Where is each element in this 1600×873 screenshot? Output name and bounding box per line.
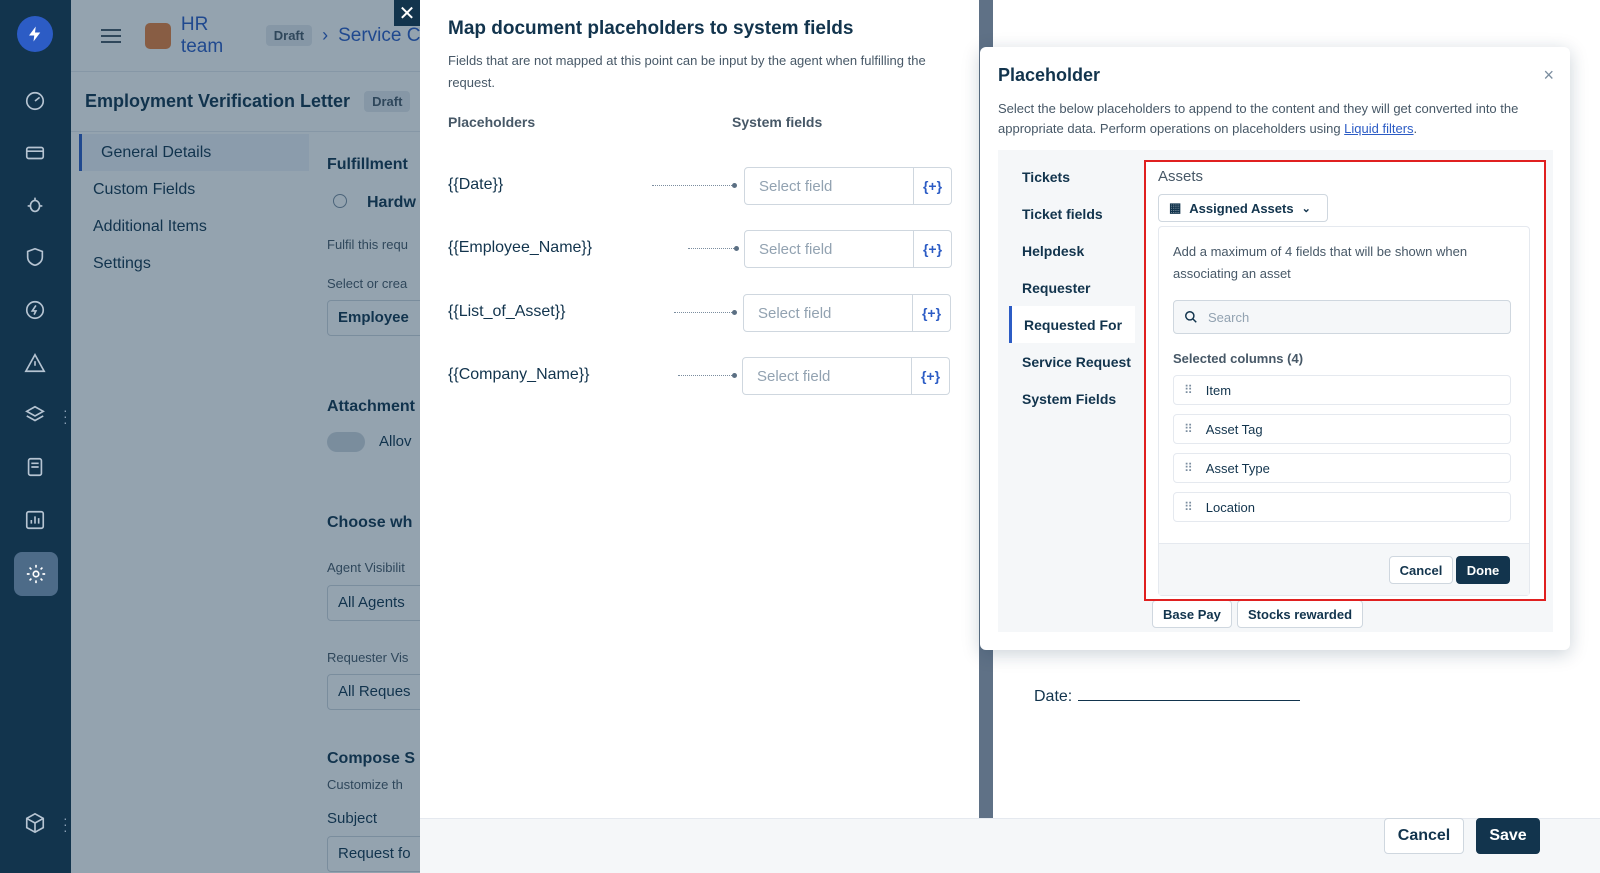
mapper-description: Fields that are not mapped at this point… <box>448 53 926 90</box>
placeholder-chip[interactable]: Stocks rewarded <box>1237 600 1364 628</box>
column-picker-footer: Cancel Done <box>1159 543 1529 595</box>
assets-layers-icon[interactable] <box>20 400 50 430</box>
mapping-row: {{Company_Name}} Select field {+} <box>448 357 958 395</box>
selected-column-item[interactable]: ⠿ Item <box>1173 375 1511 405</box>
system-field-select[interactable]: Select field <box>742 357 912 395</box>
app-nav-rail: · · · · · · <box>0 0 71 873</box>
alerts-warning-icon[interactable] <box>20 348 50 378</box>
tab-helpdesk[interactable]: Helpdesk <box>998 232 1143 269</box>
popover-description-text: Select the below placeholders to append … <box>998 101 1519 136</box>
insert-placeholder-button[interactable]: {+} <box>914 230 952 268</box>
changes-shield-icon[interactable] <box>20 242 50 272</box>
drag-handle-icon[interactable]: ⠿ <box>1184 383 1193 397</box>
assigned-assets-label: Assigned Assets <box>1189 200 1294 216</box>
insert-placeholder-button[interactable]: {+} <box>914 167 952 205</box>
assets-title: Assets <box>1158 168 1204 185</box>
placeholder-name: {{Date}} <box>448 176 504 193</box>
problems-bug-icon[interactable] <box>20 190 50 220</box>
apps-cube-icon[interactable] <box>20 808 50 838</box>
date-label: Date: <box>1034 688 1073 705</box>
releases-bolt-icon[interactable] <box>20 295 50 325</box>
system-field-select[interactable]: Select field <box>744 167 914 205</box>
insert-placeholder-button[interactable]: {+} <box>913 294 951 332</box>
description-period: . <box>1413 121 1418 136</box>
placeholder-name: {{Company_Name}} <box>448 366 590 383</box>
placeholder-name: {{Employee_Name}} <box>448 239 593 256</box>
system-field-select[interactable]: Select field <box>744 230 914 268</box>
mapping-row: {{Employee_Name}} Select field {+} <box>448 230 958 268</box>
solutions-book-icon[interactable] <box>20 452 50 482</box>
assets-column-selector: Assets ▦ Assigned Assets ⌄ Add a maximum… <box>1144 160 1546 601</box>
close-icon[interactable]: × <box>1543 65 1554 86</box>
selected-column-item[interactable]: ⠿ Location <box>1173 492 1511 522</box>
column-search-input[interactable]: Search <box>1173 300 1511 334</box>
cancel-button[interactable]: Cancel <box>1384 818 1464 854</box>
mapping-row: {{Date}} Select field {+} <box>448 167 958 205</box>
insert-placeholder-button[interactable]: {+} <box>912 357 950 395</box>
system-fields-column-header: System fields <box>732 114 823 130</box>
max-fields-help: Add a maximum of 4 fields that will be s… <box>1173 244 1468 281</box>
more-dots-icon[interactable]: · · · <box>63 403 68 429</box>
date-blank <box>1078 700 1301 701</box>
column-label: Asset Type <box>1205 460 1270 476</box>
save-button[interactable]: Save <box>1476 818 1540 854</box>
column-label: Item <box>1205 382 1232 398</box>
assigned-assets-dropdown[interactable]: ▦ Assigned Assets ⌄ <box>1158 194 1328 222</box>
column-label: Location <box>1205 499 1255 515</box>
placeholder-chip[interactable]: Base Pay <box>1152 600 1232 628</box>
placeholder-mapping-panel: Map document placeholders to system fiel… <box>420 0 976 818</box>
tab-requester[interactable]: Requester <box>998 269 1143 306</box>
tab-system-fields[interactable]: System Fields <box>998 380 1143 417</box>
mapping-row: {{List_of_Asset}} Select field {+} <box>448 294 958 332</box>
search-placeholder: Search <box>1208 309 1250 325</box>
column-label: Asset Tag <box>1205 421 1263 437</box>
popover-description: Select the below placeholders to append … <box>998 99 1558 139</box>
tab-requested-for[interactable]: Requested For <box>1009 306 1135 343</box>
system-field-select[interactable]: Select field <box>743 294 913 332</box>
popover-title: Placeholder <box>998 65 1101 85</box>
tab-ticket-fields[interactable]: Ticket fields <box>998 195 1143 232</box>
tickets-icon[interactable] <box>20 138 50 168</box>
tab-service-request[interactable]: Service Request <box>998 343 1143 380</box>
modal-backdrop <box>71 0 431 873</box>
dashboard-icon[interactable] <box>20 86 50 116</box>
placeholders-column-header: Placeholders <box>448 114 536 130</box>
selected-columns-label: Selected columns (4) <box>1173 351 1304 366</box>
done-columns-button[interactable]: Done <box>1456 556 1510 584</box>
connector-line <box>652 183 737 188</box>
column-picker-card: Add a maximum of 4 fields that will be s… <box>1158 226 1530 596</box>
app-logo-icon[interactable] <box>17 16 53 52</box>
tab-tickets[interactable]: Tickets <box>998 158 1143 195</box>
drag-handle-icon[interactable]: ⠿ <box>1184 422 1193 436</box>
connector-line <box>688 246 739 251</box>
reports-chart-icon[interactable] <box>20 505 50 535</box>
search-icon <box>1185 311 1197 323</box>
cancel-columns-button[interactable]: Cancel <box>1389 556 1453 584</box>
more-dots-icon[interactable]: · · · <box>63 811 68 837</box>
placeholder-category-tabs: Tickets Ticket fields Helpdesk Requester… <box>998 150 1143 632</box>
connector-line <box>678 373 737 378</box>
admin-gear-icon[interactable] <box>14 552 58 596</box>
document-date-line: Date: <box>1034 688 1301 706</box>
close-icon[interactable]: ✕ <box>394 0 420 26</box>
table-icon: ▦ <box>1169 200 1182 215</box>
placeholder-name: {{List_of_Asset}} <box>448 303 566 320</box>
connector-line <box>674 310 737 315</box>
drag-handle-icon[interactable]: ⠿ <box>1184 500 1193 514</box>
selected-column-item[interactable]: ⠿ Asset Tag <box>1173 414 1511 444</box>
mapper-title: Map document placeholders to system fiel… <box>448 18 854 39</box>
chevron-down-icon: ⌄ <box>1301 202 1311 215</box>
drag-handle-icon[interactable]: ⠿ <box>1184 461 1193 475</box>
selected-column-item[interactable]: ⠿ Asset Type <box>1173 453 1511 483</box>
liquid-filters-link[interactable]: Liquid filters <box>1344 121 1413 136</box>
